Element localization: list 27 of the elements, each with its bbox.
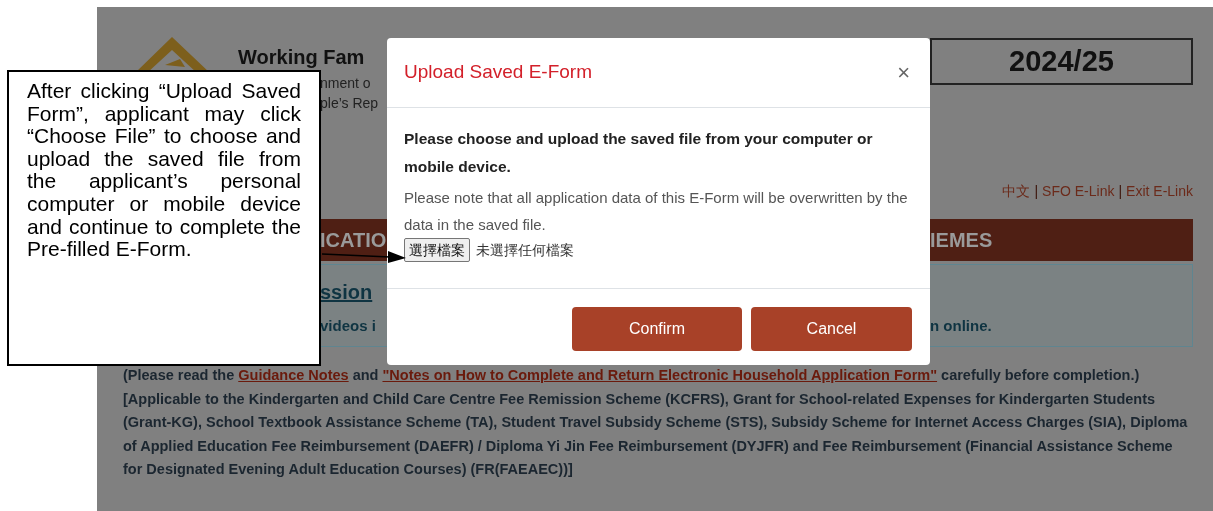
confirm-button[interactable]: Confirm [572,307,742,351]
instruction-paragraph: [Applicable to the Kindergarten and Child Care Centre Fee Remission Scheme (KCFRS), Grant for School-related Expenses for Kindergarten Students (Grant-KG), School Textbook Assistance Scheme (TA), Student Travel Subsidy Scheme (STS), Subsidy Scheme for Internet Access Charges (SIA), Diploma of Applied Education Fee Reimbursement (DAEFR) / Diploma Yi Jin Fee Reimbursement (DYJFR) and Fee Reimbursement (Financial Assistance Scheme for Designated Evening Adult Education Courses) (FR(FAEAEC))] [123,389,1189,479]
link-separator: | [1034,182,1039,201]
section-bar-title: IEMES [930,228,993,253]
site-subtitle: nment o [320,74,371,93]
modal-title: Upload Saved E-Form [404,60,592,85]
modal-instruction: Please choose and upload the saved file from your computer or mobile device. [404,129,874,177]
header-link[interactable]: SFO E-Link [1042,181,1115,201]
header-link[interactable]: Exit E-Link [1126,181,1193,201]
info-text: n online. [930,315,992,336]
site-subtitle: ple’s Rep [320,94,379,113]
file-status-text: 未選擇任何檔案 [476,240,574,260]
cancel-button[interactable]: Cancel [751,307,912,351]
modal-note: Please note that all application data of this E-Form will be overwritten by the data in the saved file. [404,188,909,235]
info-text: videos i [320,315,376,336]
document-link[interactable]: "Notes on How to Complete and Return Electronic Household Application Form" [382,367,938,383]
choose-file-button[interactable]: 選擇檔案 [404,238,470,262]
site-title: Working Fam [238,45,365,69]
section-bar-title: ICATIO [320,228,387,253]
callout-text: After clicking “Upload Saved Form”, applicant may click “Choose File” to choose and upload the saved file from the applicant’s personal computer or mobile device and continue to complete the Pre-filled E-Form. [27,80,301,261]
header-link[interactable]: 中文 [1002,181,1031,201]
instruction-paragraph: (Please read the Guidance Notes and "Notes on How to Complete and Return Electronic Household Application Form" carefully before completion.) [123,366,1141,385]
info-heading[interactable]: ssion [320,277,373,307]
link-separator: | [1118,182,1123,201]
document-link[interactable]: Guidance Notes [238,367,349,383]
year-label: 2024/25 [1009,43,1114,79]
close-button[interactable]: × [897,61,910,84]
